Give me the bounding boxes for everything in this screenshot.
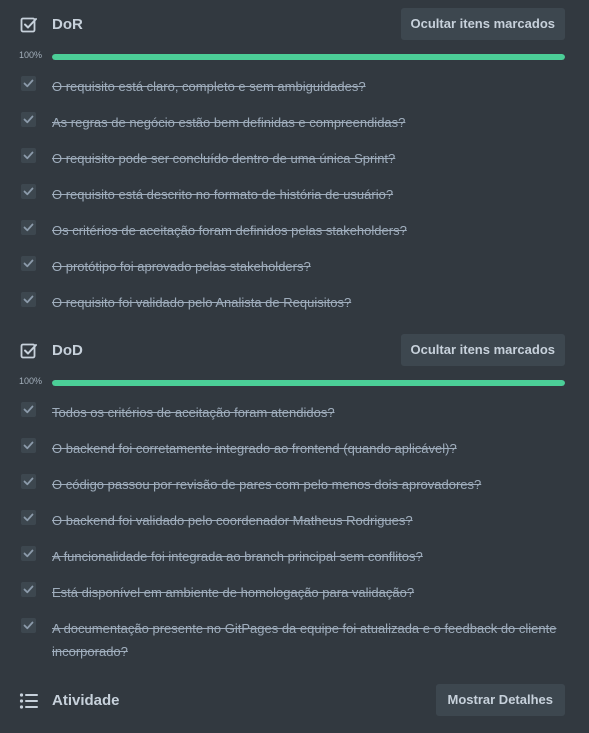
checklist-title: DoD xyxy=(52,342,83,359)
checked-checkbox[interactable] xyxy=(21,546,36,561)
checkmark-icon xyxy=(23,79,34,88)
progress-row: 100% xyxy=(0,48,589,66)
checklist-item-text: As regras de negócio estão bem definidas… xyxy=(52,115,406,130)
checked-checkbox[interactable] xyxy=(21,76,36,91)
progress-percent: 100% xyxy=(19,50,43,60)
checked-checkbox[interactable] xyxy=(21,184,36,199)
checklist-item-text: A funcionalidade foi integrada ao branch… xyxy=(52,549,423,564)
checked-checkbox[interactable] xyxy=(21,618,36,633)
progress-bar-fill xyxy=(52,380,565,386)
checked-checkbox[interactable] xyxy=(21,582,36,597)
checklist-item-text: O requisito está descrito no formato de … xyxy=(52,187,394,202)
checkmark-icon xyxy=(23,187,34,196)
checklist-item-text: O backend foi validado pelo coordenador … xyxy=(52,513,413,528)
checked-checkbox[interactable] xyxy=(21,474,36,489)
hide-checked-items-button[interactable]: Ocultar itens marcados xyxy=(400,8,565,40)
checklist-item-text: Os critérios de aceitação foram definido… xyxy=(52,223,407,238)
checkmark-icon xyxy=(23,405,34,414)
checklist-header: DoD Ocultar itens marcados xyxy=(0,334,589,370)
checked-checkbox[interactable] xyxy=(21,112,36,127)
checkmark-icon xyxy=(23,223,34,232)
checklist-item-text: A documentação presente no GitPages da e… xyxy=(52,621,557,659)
checklist-item[interactable]: O requisito está descrito no formato de … xyxy=(0,174,589,210)
checklist-item[interactable]: O requisito foi validado pelo Analista d… xyxy=(0,282,589,318)
checklist-item[interactable]: A funcionalidade foi integrada ao branch… xyxy=(0,536,589,572)
checklist-icon xyxy=(20,343,37,359)
checklist-item[interactable]: O código passou por revisão de pares com… xyxy=(0,464,589,500)
checkmark-icon xyxy=(23,513,34,522)
checklist-item-text: O requisito foi validado pelo Analista d… xyxy=(52,295,352,310)
checklist-item[interactable]: O protótipo foi aprovado pelas stakehold… xyxy=(0,246,589,282)
progress-bar-fill xyxy=(52,54,565,60)
checkmark-icon xyxy=(23,621,34,630)
checked-checkbox[interactable] xyxy=(21,402,36,417)
checked-checkbox[interactable] xyxy=(21,292,36,307)
checklist-item-text: O protótipo foi aprovado pelas stakehold… xyxy=(52,259,311,274)
progress-bar xyxy=(52,54,565,60)
checklist-dod: DoD Ocultar itens marcados 100% Todos os… xyxy=(0,334,589,668)
checklist-item[interactable]: Está disponível em ambiente de homologaç… xyxy=(0,572,589,608)
checklist-item-text: O código passou por revisão de pares com… xyxy=(52,477,482,492)
checklist-item-text: O backend foi corretamente integrado ao … xyxy=(52,441,457,456)
checked-checkbox[interactable] xyxy=(21,510,36,525)
checklist-items: Todos os critérios de aceitação foram at… xyxy=(0,392,589,668)
progress-percent: 100% xyxy=(19,376,43,386)
activity-title: Atividade xyxy=(52,692,120,709)
progress-bar xyxy=(52,380,565,386)
checkmark-icon xyxy=(23,115,34,124)
checkmark-icon xyxy=(23,585,34,594)
checklist-item[interactable]: O requisito está claro, completo e sem a… xyxy=(0,66,589,102)
checklist-item-text: Está disponível em ambiente de homologaç… xyxy=(52,585,415,600)
activity-section: Atividade Mostrar Detalhes xyxy=(0,684,589,724)
show-details-button[interactable]: Mostrar Detalhes xyxy=(435,684,565,716)
checklist-items: O requisito está claro, completo e sem a… xyxy=(0,66,589,318)
progress-row: 100% xyxy=(0,374,589,392)
checklist-item[interactable]: Todos os critérios de aceitação foram at… xyxy=(0,392,589,428)
checked-checkbox[interactable] xyxy=(21,148,36,163)
checkmark-icon xyxy=(23,441,34,450)
checklist-header: DoR Ocultar itens marcados xyxy=(0,8,589,44)
checklist-icon xyxy=(20,17,37,33)
hide-checked-items-button[interactable]: Ocultar itens marcados xyxy=(400,334,565,366)
checked-checkbox[interactable] xyxy=(21,438,36,453)
checklist-item[interactable]: Os critérios de aceitação foram definido… xyxy=(0,210,589,246)
checklist-title: DoR xyxy=(52,16,83,33)
checked-checkbox[interactable] xyxy=(21,220,36,235)
checkmark-icon xyxy=(23,549,34,558)
checkmark-icon xyxy=(23,477,34,486)
checklist-item-text: Todos os critérios de aceitação foram at… xyxy=(52,405,335,420)
checklist-dor: DoR Ocultar itens marcados 100% O requis… xyxy=(0,8,589,318)
checklist-item[interactable]: O backend foi corretamente integrado ao … xyxy=(0,428,589,464)
activity-list-icon xyxy=(19,693,38,709)
checklist-item[interactable]: A documentação presente no GitPages da e… xyxy=(0,608,589,668)
checkmark-icon xyxy=(23,151,34,160)
checklist-item[interactable]: O requisito pode ser concluído dentro de… xyxy=(0,138,589,174)
checked-checkbox[interactable] xyxy=(21,256,36,271)
checkmark-icon xyxy=(23,295,34,304)
checklist-item[interactable]: O backend foi validado pelo coordenador … xyxy=(0,500,589,536)
checkmark-icon xyxy=(23,259,34,268)
checklist-item-text: O requisito está claro, completo e sem a… xyxy=(52,79,366,94)
checklist-item[interactable]: As regras de negócio estão bem definidas… xyxy=(0,102,589,138)
checklist-item-text: O requisito pode ser concluído dentro de… xyxy=(52,151,396,166)
